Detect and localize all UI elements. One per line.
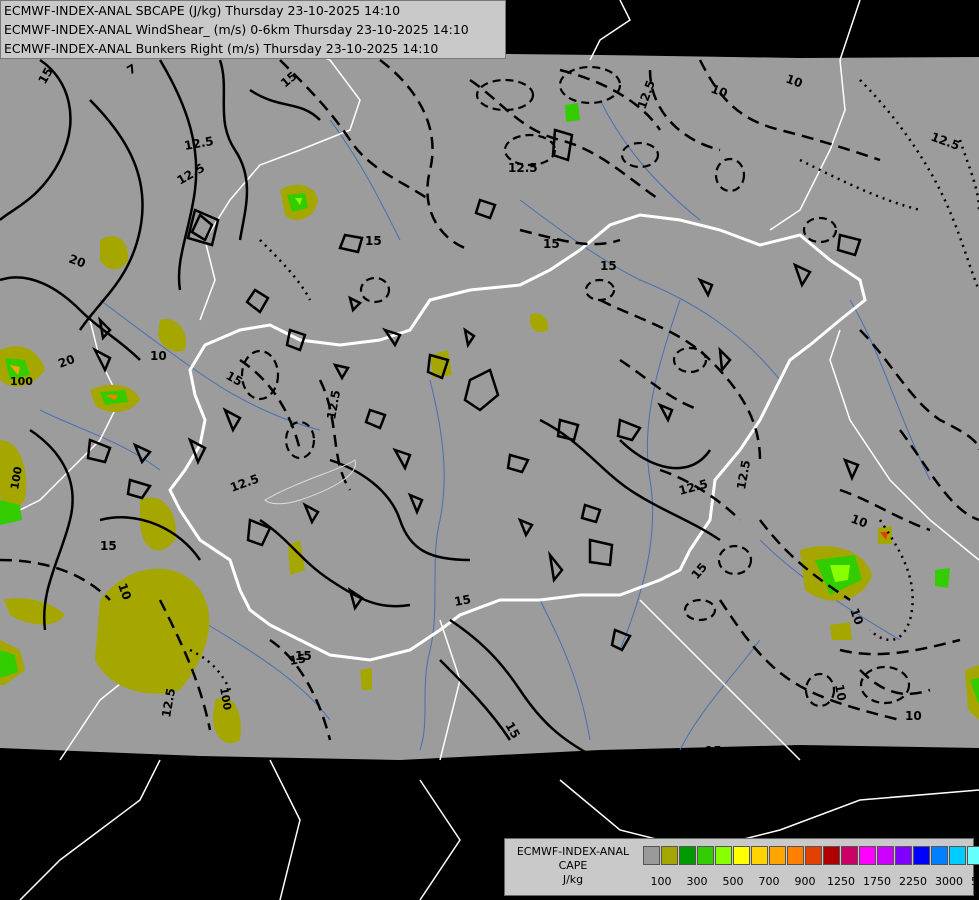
title-line-sbcape: ECMWF-INDEX-ANAL SBCAPE (J/kg) Thursday … <box>4 3 401 18</box>
legend-swatch <box>877 846 894 865</box>
legend-swatch <box>661 846 678 865</box>
legend-unit: J/kg <box>562 873 584 886</box>
legend-tick-label: 900 <box>794 875 816 888</box>
legend-swatch <box>949 846 966 865</box>
legend-tick-label: 5000 <box>971 875 979 888</box>
legend-swatch <box>643 846 660 865</box>
contour-label: 15 <box>295 649 312 663</box>
legend-tick-label: 2250 <box>899 875 927 888</box>
legend-swatch <box>931 846 948 865</box>
contour-label: 15 <box>705 744 722 758</box>
legend-swatch <box>715 846 732 865</box>
contour-label: 100 <box>10 375 33 388</box>
title-line-windshear: ECMWF-INDEX-ANAL WindShear_ (m/s) 0-6km … <box>4 22 469 37</box>
title-block: ECMWF-INDEX-ANAL SBCAPE (J/kg) Thursday … <box>0 0 506 59</box>
legend-swatch <box>769 846 786 865</box>
contour-label: 15 <box>365 234 382 248</box>
contour-label: 10 <box>832 683 849 702</box>
legend-swatch <box>841 846 858 865</box>
legend-swatch <box>751 846 768 865</box>
contour-label: 10 <box>150 349 167 363</box>
legend-swatch <box>805 846 822 865</box>
legend-tick-label: 100 <box>650 875 672 888</box>
legend-swatch <box>859 846 876 865</box>
legend-ticks: 100 300 500 700 900 1250 1750 2250 3000 5000 <box>643 875 979 889</box>
contour-label: 15 <box>600 259 617 273</box>
legend-swatch <box>967 846 979 865</box>
contour-label: 15 <box>453 592 472 609</box>
legend-tick-label: 1250 <box>827 875 855 888</box>
legend-variable: CAPE <box>558 859 588 872</box>
legend-swatches <box>643 846 979 865</box>
legend-tick-label: 1750 <box>863 875 891 888</box>
legend-swatch <box>733 846 750 865</box>
contour-label: 10 <box>905 709 922 723</box>
contour-label: 15 <box>100 539 117 553</box>
legend-tick-label: 300 <box>686 875 708 888</box>
legend-swatch <box>913 846 930 865</box>
contour-label: 12.5 <box>508 161 538 175</box>
contour-label: 15 <box>543 237 560 251</box>
weather-map: 15 7 12.5 20 12.5 15 12.5 15 10 12.5 10 … <box>0 0 979 900</box>
legend-swatch <box>787 846 804 865</box>
legend-swatch <box>823 846 840 865</box>
legend-tick-label: 500 <box>722 875 744 888</box>
title-line-bunkers: ECMWF-INDEX-ANAL Bunkers Right (m/s) Thu… <box>4 41 439 56</box>
legend-swatch <box>679 846 696 865</box>
cape-legend: ECMWF-INDEX-ANAL CAPE J/kg 100 300 500 700 9… <box>504 838 979 896</box>
legend-swatch <box>895 846 912 865</box>
legend-label: ECMWF-INDEX-ANAL CAPE J/kg <box>508 845 638 887</box>
legend-swatch <box>697 846 714 865</box>
legend-model-name: ECMWF-INDEX-ANAL <box>516 845 630 858</box>
legend-tick-label: 700 <box>758 875 780 888</box>
legend-tick-label: 3000 <box>935 875 963 888</box>
